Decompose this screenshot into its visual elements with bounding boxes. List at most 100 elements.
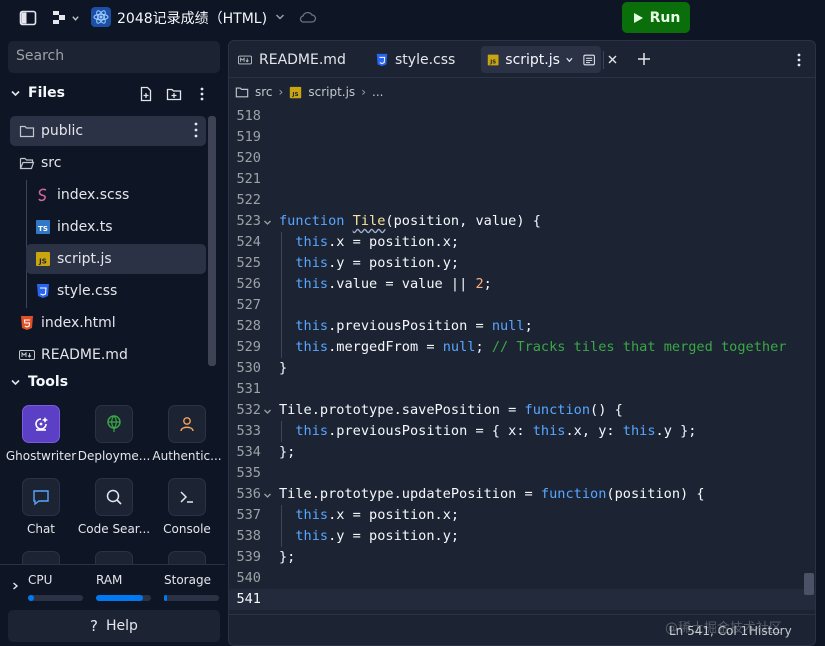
tree-item-index-ts[interactable]: TS index.ts xyxy=(26,212,206,242)
line-number: 531 xyxy=(236,381,261,397)
fold-chevron-icon[interactable] xyxy=(263,407,272,416)
code-line[interactable]: 518 xyxy=(229,106,815,127)
top-bar: 2048记录成绩（HTML) Run xyxy=(0,0,825,36)
breadcrumb-file[interactable]: script.js xyxy=(308,85,355,99)
breadcrumb-more[interactable]: ... xyxy=(372,85,383,99)
cloud-icon xyxy=(299,11,317,23)
code-line[interactable]: 528 this.previousPosition = null; xyxy=(229,316,815,337)
code-line[interactable]: 523 function Tile(position, value) { xyxy=(229,211,815,232)
tool-partial[interactable] xyxy=(4,551,78,565)
more-vertical-icon[interactable] xyxy=(194,86,210,102)
files-title: Files xyxy=(28,85,65,101)
outline-icon[interactable] xyxy=(583,53,595,67)
code-line[interactable]: 540 xyxy=(229,568,815,589)
code-line[interactable]: 536 Tile.prototype.updatePosition = funct… xyxy=(229,484,815,505)
tree-item-index-scss[interactable]: index.scss xyxy=(26,180,206,210)
code-line[interactable]: 521 xyxy=(229,169,815,190)
chevron-down-icon[interactable] xyxy=(10,88,21,99)
code-line[interactable]: 522 xyxy=(229,190,815,211)
code-line[interactable]: 534}; xyxy=(229,442,815,463)
more-vertical-icon[interactable] xyxy=(791,52,807,68)
add-tab-icon[interactable] xyxy=(637,52,651,66)
tool-console[interactable]: Console xyxy=(150,478,224,542)
svg-text:TS: TS xyxy=(38,225,48,233)
code-line[interactable]: 541 xyxy=(229,589,815,610)
code-text: this.x = position.x; xyxy=(295,507,460,523)
line-number: 539 xyxy=(236,549,261,565)
play-icon xyxy=(633,12,643,23)
tree-item-public[interactable]: public xyxy=(10,116,206,146)
code-line[interactable]: 529 this.mergedFrom = null; // Tracks ti… xyxy=(229,337,815,358)
repl-avatar[interactable] xyxy=(91,7,111,27)
code-line[interactable]: 520 xyxy=(229,148,815,169)
tab-script-js[interactable]: JS script.js xyxy=(481,46,601,73)
code-line[interactable]: 526 this.value = value || 2; xyxy=(229,274,815,295)
tree-item-label: script.js xyxy=(57,251,112,267)
fold-chevron-icon[interactable] xyxy=(263,491,272,500)
tab-readme[interactable]: README.md xyxy=(231,46,352,73)
folder-icon xyxy=(19,125,35,138)
chevron-right-icon[interactable] xyxy=(10,581,20,591)
sidebar: Search Files public src index.scss TS in… xyxy=(0,36,225,646)
code-line[interactable]: 533 this.previousPosition = { x: this.x,… xyxy=(229,421,815,442)
code-line[interactable]: 539}; xyxy=(229,547,815,568)
chevron-down-icon[interactable] xyxy=(10,377,21,388)
chevron-down-icon[interactable] xyxy=(274,11,286,23)
code-line[interactable]: 535 xyxy=(229,463,815,484)
help-button[interactable]: ? Help xyxy=(8,610,220,642)
tree-item-readme[interactable]: README.md xyxy=(10,340,206,370)
editor-scrollbar[interactable] xyxy=(804,573,814,595)
tree-item-src[interactable]: src xyxy=(10,148,206,178)
more-vertical-icon[interactable] xyxy=(188,117,204,143)
files-header[interactable]: Files xyxy=(0,80,222,106)
search-input[interactable]: Search xyxy=(8,41,220,73)
cpu-bar xyxy=(28,595,83,601)
code-line[interactable]: 527 xyxy=(229,295,815,316)
tool-partial[interactable] xyxy=(77,551,151,565)
ram-bar xyxy=(96,595,151,601)
tree-item-label: index.html xyxy=(41,315,116,331)
sidebar-toggle-icon[interactable] xyxy=(19,9,37,27)
resources-panel[interactable]: CPU RAM Storage xyxy=(0,564,225,604)
typescript-file-icon: TS xyxy=(36,220,50,234)
code-line[interactable]: 525 this.y = position.y; xyxy=(229,253,815,274)
code-line[interactable]: 532 Tile.prototype.savePosition = functio… xyxy=(229,400,815,421)
tool-ghostwriter[interactable]: Ghostwriter xyxy=(4,405,78,469)
code-line[interactable]: 519 xyxy=(229,127,815,148)
repl-title[interactable]: 2048记录成绩（HTML) xyxy=(117,8,267,28)
code-line[interactable]: 538 this.y = position.y; xyxy=(229,526,815,547)
watermark: @稀土掘金技术社区 xyxy=(665,621,783,636)
tool-authentication[interactable]: Authentic... xyxy=(150,405,224,469)
line-number: 525 xyxy=(236,255,261,271)
code-line[interactable]: 524 this.x = position.x; xyxy=(229,232,815,253)
code-line[interactable]: 530} xyxy=(229,358,815,379)
new-folder-icon[interactable] xyxy=(166,86,182,102)
code-editor[interactable]: 518 519 520 521 522 523 function Tile(position… xyxy=(229,106,815,614)
tool-box xyxy=(168,405,206,443)
breadcrumb-folder[interactable]: src xyxy=(255,85,273,99)
code-line[interactable]: 537 this.x = position.x; xyxy=(229,505,815,526)
new-file-icon[interactable] xyxy=(138,86,154,102)
fold-chevron-icon[interactable] xyxy=(263,218,272,227)
indent-guide xyxy=(281,232,282,358)
tools-header[interactable]: Tools xyxy=(0,370,222,394)
tool-chat[interactable]: Chat xyxy=(4,478,78,542)
tree-item-script-js[interactable]: JS script.js xyxy=(26,244,206,274)
code-text: } xyxy=(279,360,288,376)
chevron-down-icon[interactable] xyxy=(565,55,574,65)
tab-style-css[interactable]: style.css xyxy=(369,46,461,73)
tool-box xyxy=(95,478,133,516)
line-number: 526 xyxy=(236,276,261,292)
tree-item-style-css[interactable]: style.css xyxy=(26,276,206,306)
chevron-down-icon[interactable] xyxy=(71,14,80,23)
run-button[interactable]: Run xyxy=(622,2,690,33)
file-tree-scrollbar[interactable] xyxy=(208,116,216,366)
tree-item-index-html[interactable]: index.html xyxy=(10,308,206,338)
tool-code-search[interactable]: Code Sear... xyxy=(77,478,151,542)
replit-logo-icon[interactable] xyxy=(51,9,69,27)
tool-partial[interactable] xyxy=(150,551,224,565)
close-icon[interactable] xyxy=(607,54,618,65)
code-line[interactable]: 531 xyxy=(229,379,815,400)
tool-deployments[interactable]: Deployme... xyxy=(77,405,151,469)
line-number: 521 xyxy=(236,171,261,187)
